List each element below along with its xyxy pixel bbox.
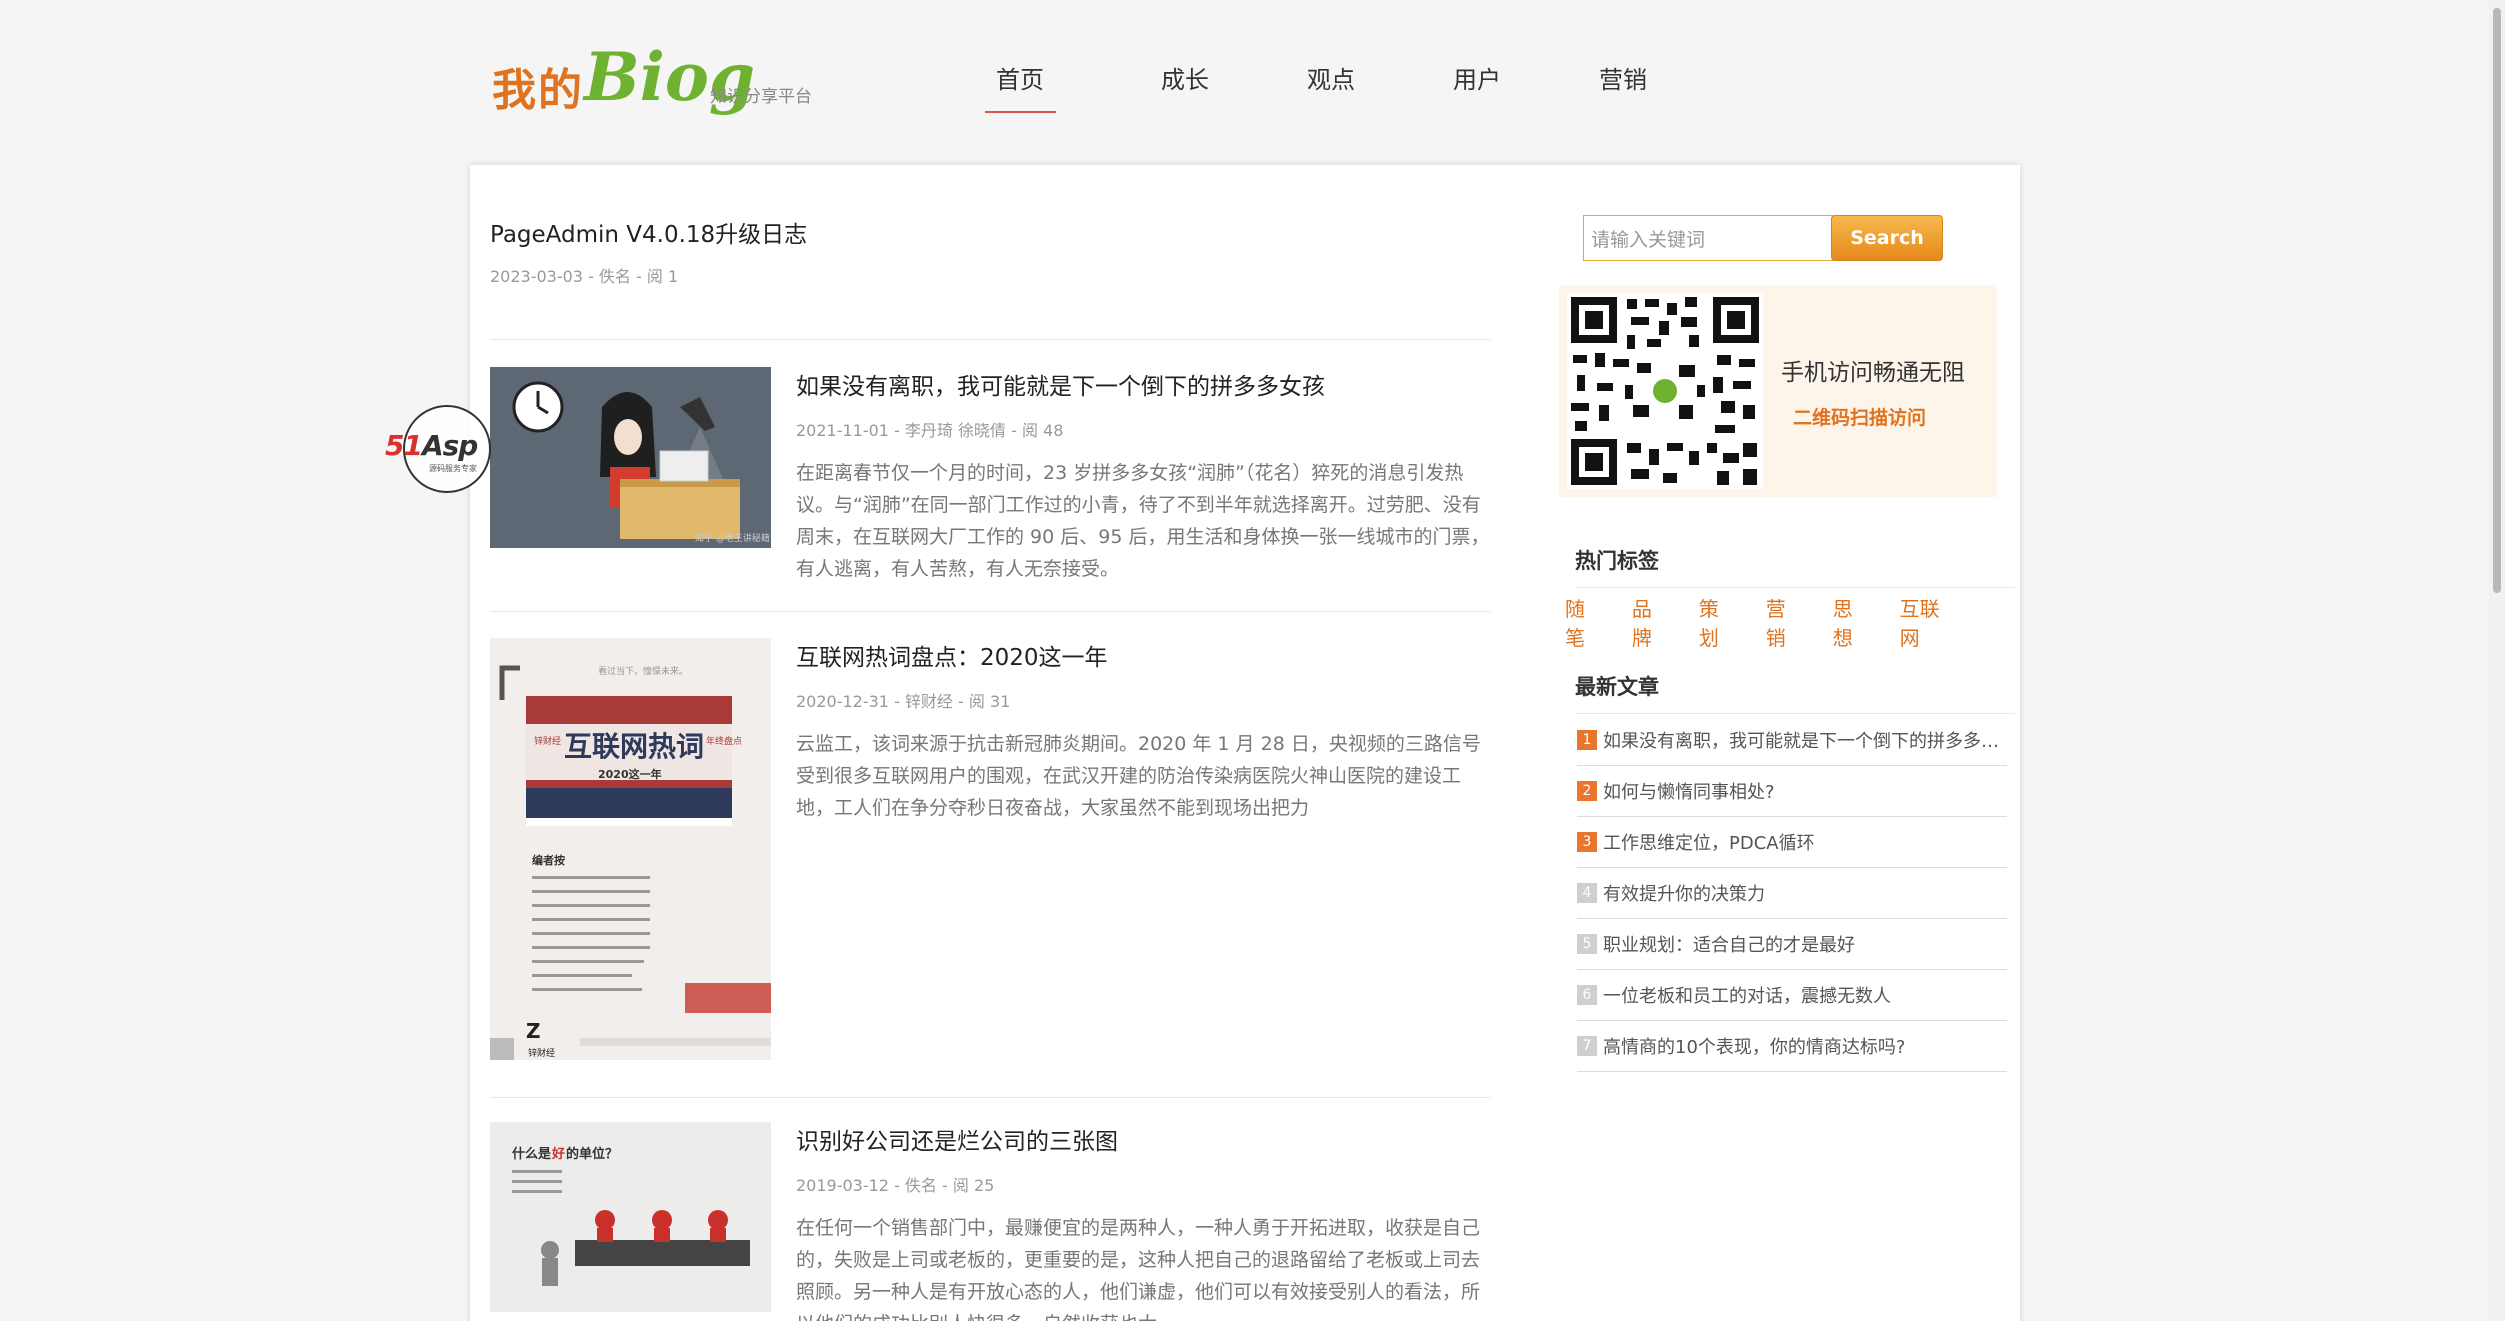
page-scrollbar[interactable] bbox=[2489, 0, 2505, 1321]
recent-article-item[interactable]: 1 如果没有离职，我可能就是下一个倒下的拼多多… bbox=[1577, 715, 2007, 766]
article-title[interactable]: PageAdmin V4.0.18升级日志 bbox=[490, 215, 1490, 249]
scrollbar-thumb[interactable] bbox=[2493, 8, 2501, 593]
svg-text:Z: Z bbox=[526, 1019, 541, 1043]
watermark-text: 51Asp bbox=[385, 429, 478, 462]
recent-article-item[interactable]: 2 如何与懒惰同事相处? bbox=[1577, 766, 2007, 817]
tag-link[interactable]: 互联网 bbox=[1900, 593, 1955, 651]
thumbnail-caption: 知乎 @老王讲秘籍 bbox=[695, 532, 770, 544]
list-item: PageAdmin V4.0.18升级日志 2023-03-03 - 佚名 - … bbox=[490, 165, 1490, 340]
rank-badge: 7 bbox=[1577, 1036, 1597, 1056]
poster-top-line: 看过当下，憧憬未来。 bbox=[598, 665, 688, 677]
content-container: PageAdmin V4.0.18升级日志 2023-03-03 - 佚名 - … bbox=[470, 165, 2020, 1321]
recent-article-item[interactable]: 5 职业规划：适合自己的才是最好 bbox=[1577, 919, 2007, 970]
qr-panel: 手机访问畅通无阻 二维码扫描访问 bbox=[1559, 285, 1997, 497]
article-title[interactable]: 互联网热词盘点：2020这一年 bbox=[796, 638, 1490, 672]
article-summary: 云监工，该词来源于抗击新冠肺炎期间。2020 年 1 月 28 日，央视频的三路… bbox=[796, 733, 1481, 819]
article-thumbnail[interactable]: 什么是 好 的单位？ bbox=[490, 1122, 771, 1312]
article-summary: 在距离春节仅一个月的时间，23 岁拼多多女孩“润肺”（花名）猝死的消息引发热议。… bbox=[796, 462, 1490, 580]
list-item: 知乎 @老王讲秘籍 如果没有离职，我可能就是下一个倒下的拼多多女孩 2021-1… bbox=[490, 340, 1490, 612]
office-illustration: 知乎 @老王讲秘籍 bbox=[490, 367, 771, 548]
article-meta: 2020-12-31 - 锌财经 - 阅 31 bbox=[796, 692, 1011, 711]
article-meta: 2021-11-01 - 李丹琦 徐晓倩 - 阅 48 bbox=[796, 421, 1064, 440]
hotwords-poster: 看过当下，憧憬未来。 锌财经 互联网热词 年终盘点 2020这一年 编者按 Z … bbox=[490, 638, 771, 1060]
article-summary: 在任何一个销售部门中，最赚便宜的是两种人，一种人勇于开拓进取，收获是自己的，失败… bbox=[796, 1217, 1481, 1321]
rank-badge: 5 bbox=[1577, 934, 1597, 954]
recent-article-item[interactable]: 6 一位老板和员工的对话，震撼无数人 bbox=[1577, 970, 2007, 1021]
poster-brand: 锌财经 bbox=[528, 1047, 555, 1059]
qr-subtitle: 二维码扫描访问 bbox=[1793, 407, 1927, 429]
recent-article-title: 如果没有离职，我可能就是下一个倒下的拼多多… bbox=[1603, 731, 1999, 752]
illustration-question-key: 好 bbox=[551, 1146, 565, 1162]
hot-tags-title: 热门标签 bbox=[1575, 545, 2015, 588]
tag-cloud: 随笔 品牌 策划 营销 思想 互联网 bbox=[1565, 593, 1985, 651]
tag-link[interactable]: 品牌 bbox=[1632, 593, 1669, 651]
search-box: 请输入关键词 Search bbox=[1583, 215, 1943, 261]
poster-left-tag: 锌财经 bbox=[534, 735, 561, 747]
qr-code-icon bbox=[1567, 293, 1763, 489]
recent-article-title: 职业规划：适合自己的才是最好 bbox=[1603, 935, 1855, 956]
article-meta: 2023-03-03 - 佚名 - 阅 1 bbox=[490, 267, 679, 286]
article-title[interactable]: 如果没有离职，我可能就是下一个倒下的拼多多女孩 bbox=[796, 367, 1490, 401]
article-body: 识别好公司还是烂公司的三张图 2019-03-12 - 佚名 - 阅 25 在任… bbox=[796, 1122, 1490, 1321]
article-title[interactable]: 识别好公司还是烂公司的三张图 bbox=[796, 1122, 1490, 1156]
site-logo[interactable]: 我的 Biog 知识分享平台 bbox=[492, 36, 832, 126]
poster-main-title: 互联网热词 bbox=[564, 730, 704, 763]
poster-year: 2020这一年 bbox=[598, 767, 662, 781]
recent-article-item[interactable]: 3 工作思维定位，PDCA循环 bbox=[1577, 817, 2007, 868]
nav-marketing[interactable]: 营销 bbox=[1550, 60, 1696, 113]
nav-users[interactable]: 用户 bbox=[1404, 60, 1550, 113]
list-item: 什么是 好 的单位？ 识别好公司还是烂公司的三张图 2019-03-12 - 佚… bbox=[490, 1098, 1490, 1321]
logo-subtitle: 知识分享平台 bbox=[710, 87, 812, 107]
rank-badge: 1 bbox=[1577, 730, 1597, 750]
recent-articles-title: 最新文章 bbox=[1575, 671, 2015, 714]
recent-article-title: 如何与懒惰同事相处? bbox=[1603, 782, 1775, 803]
recent-article-title: 有效提升你的决策力 bbox=[1603, 884, 1765, 905]
recent-articles-list: 1 如果没有离职，我可能就是下一个倒下的拼多多… 2 如何与懒惰同事相处? 3 工作思… bbox=[1577, 715, 2007, 1072]
tag-link[interactable]: 思想 bbox=[1833, 593, 1870, 651]
list-item: 看过当下，憧憬未来。 锌财经 互联网热词 年终盘点 2020这一年 编者按 Z … bbox=[490, 612, 1490, 1098]
tag-link[interactable]: 策划 bbox=[1699, 593, 1736, 651]
rank-badge: 3 bbox=[1577, 832, 1597, 852]
site-header: 我的 Biog 知识分享平台 首页 成长 观点 用户 营销 bbox=[0, 0, 2505, 165]
poster-right-tag: 年终盘点 bbox=[706, 735, 742, 747]
watermark-subtext: 源码服务专家 bbox=[429, 464, 477, 473]
rank-badge: 6 bbox=[1577, 985, 1597, 1005]
article-thumbnail[interactable]: 知乎 @老王讲秘籍 bbox=[490, 367, 771, 548]
recent-article-item[interactable]: 7 高情商的10个表现，你的情商达标吗? bbox=[1577, 1021, 2007, 1072]
rank-badge: 4 bbox=[1577, 883, 1597, 903]
qr-title: 手机访问畅通无阻 bbox=[1781, 360, 1965, 386]
main-nav: 首页 成长 观点 用户 营销 bbox=[966, 60, 1696, 113]
logo-chinese-text: 我的 bbox=[492, 65, 584, 116]
watermark-badge: 51Asp 源码服务专家 bbox=[385, 401, 509, 493]
recent-article-item[interactable]: 4 有效提升你的决策力 bbox=[1577, 868, 2007, 919]
nav-viewpoint[interactable]: 观点 bbox=[1258, 60, 1404, 113]
search-button[interactable]: Search bbox=[1831, 215, 1943, 261]
search-input[interactable]: 请输入关键词 bbox=[1583, 215, 1833, 261]
poster-editor-label: 编者按 bbox=[532, 853, 565, 867]
article-body: 互联网热词盘点：2020这一年 2020-12-31 - 锌财经 - 阅 31 … bbox=[796, 638, 1490, 1071]
company-illustration: 什么是 好 的单位？ bbox=[490, 1122, 771, 1312]
tag-link[interactable]: 随笔 bbox=[1565, 593, 1602, 651]
rank-badge: 2 bbox=[1577, 781, 1597, 801]
article-body: 如果没有离职，我可能就是下一个倒下的拼多多女孩 2021-11-01 - 李丹琦… bbox=[796, 367, 1490, 585]
tag-link[interactable]: 营销 bbox=[1766, 593, 1803, 651]
article-meta: 2019-03-12 - 佚名 - 阅 25 bbox=[796, 1176, 995, 1195]
illustration-question-post: 的单位？ bbox=[566, 1146, 618, 1162]
nav-growth[interactable]: 成长 bbox=[1112, 60, 1258, 113]
recent-article-title: 工作思维定位，PDCA循环 bbox=[1603, 833, 1815, 854]
recent-article-title: 一位老板和员工的对话，震撼无数人 bbox=[1603, 986, 1891, 1007]
article-list: PageAdmin V4.0.18升级日志 2023-03-03 - 佚名 - … bbox=[490, 165, 1490, 1321]
recent-article-title: 高情商的10个表现，你的情商达标吗? bbox=[1603, 1037, 1906, 1058]
nav-home[interactable]: 首页 bbox=[966, 60, 1112, 113]
illustration-question-pre: 什么是 bbox=[512, 1146, 552, 1162]
article-thumbnail[interactable]: 看过当下，憧憬未来。 锌财经 互联网热词 年终盘点 2020这一年 编者按 Z … bbox=[490, 638, 771, 1060]
